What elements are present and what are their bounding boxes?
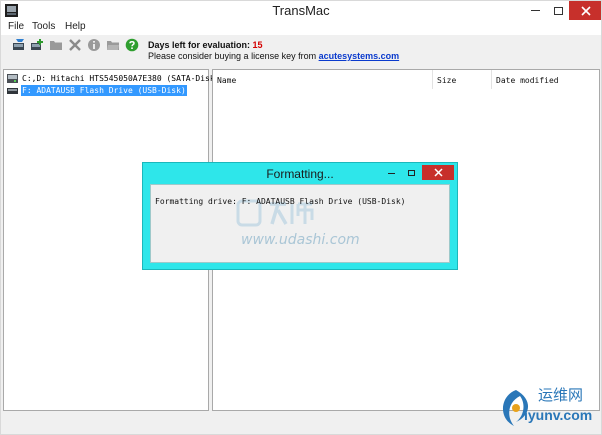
watermark-top-text: 运维网: [538, 387, 584, 404]
minimize-icon: [387, 172, 395, 174]
close-button[interactable]: [569, 1, 601, 20]
info-icon[interactable]: [87, 38, 101, 52]
maximize-icon: [407, 170, 415, 176]
dialog-maximize-button[interactable]: [401, 166, 421, 180]
dialog-minimize-button[interactable]: [381, 166, 401, 180]
minimize-button[interactable]: [523, 1, 547, 20]
drive-label: C:,D: Hitachi HTS545050A7E380 (SATA-Disk…: [22, 74, 220, 83]
window-title: TransMac: [272, 3, 330, 18]
udashi-watermark-text: www.udashi.com: [241, 232, 360, 248]
add-drive-icon[interactable]: [30, 38, 44, 52]
menu-bar: File Tools Help: [1, 20, 601, 35]
menu-help[interactable]: Help: [65, 21, 86, 32]
hard-disk-icon: [7, 74, 18, 83]
column-header-name[interactable]: Name: [213, 70, 433, 89]
dialog-close-button[interactable]: [422, 165, 454, 180]
license-notice: Please consider buying a license key fro…: [148, 51, 399, 61]
column-header-date-modified[interactable]: Date modified: [492, 70, 599, 89]
maximize-icon: [553, 6, 563, 15]
format-disk-icon[interactable]: [12, 38, 26, 52]
folder-icon[interactable]: [49, 38, 63, 52]
close-icon: [580, 5, 591, 16]
formatting-dialog: Formatting... www.udashi.com Formatting …: [142, 162, 458, 270]
drive-label: F: ADATAUSB Flash Drive (USB-Disk): [21, 85, 187, 96]
maximize-button[interactable]: [547, 1, 569, 20]
delete-icon[interactable]: [68, 38, 82, 52]
menu-file[interactable]: File: [8, 21, 24, 32]
open-folder-icon[interactable]: [106, 38, 120, 52]
corner-watermark: 运维网 iyunv.com: [494, 382, 602, 435]
toolbar: Days left for evaluation: 15 Please cons…: [1, 35, 601, 65]
license-link[interactable]: acutesystems.com: [319, 51, 400, 61]
help-icon[interactable]: [125, 38, 139, 52]
license-text: Please consider buying a license key fro…: [148, 51, 317, 61]
close-icon: [433, 168, 443, 177]
transmac-window: TransMac File Tools Help Days left for e…: [0, 0, 602, 435]
menu-tools[interactable]: Tools: [32, 21, 55, 32]
dialog-message: Formatting drive: F: ADATAUSB Flash Driv…: [155, 197, 406, 206]
evaluation-label: Days left for evaluation:: [148, 40, 251, 50]
title-bar[interactable]: TransMac: [1, 1, 601, 20]
usb-drive-icon: [7, 88, 18, 94]
watermark-bottom-text: iyunv.com: [524, 407, 593, 423]
minimize-icon: [530, 10, 540, 11]
column-header-size[interactable]: Size: [433, 70, 492, 89]
evaluation-notice: Days left for evaluation: 15: [148, 40, 263, 50]
dialog-body: www.udashi.com Formatting drive: F: ADAT…: [150, 184, 450, 263]
evaluation-days-left: 15: [252, 40, 263, 50]
dialog-title: Formatting...: [266, 167, 334, 181]
